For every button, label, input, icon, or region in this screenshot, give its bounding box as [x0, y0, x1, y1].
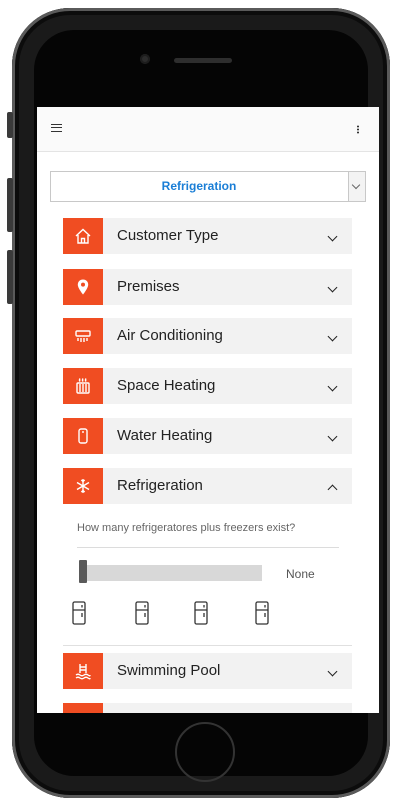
accordion-refrigeration[interactable]: Refrigeration	[63, 468, 352, 504]
front-camera	[140, 54, 150, 64]
snowflake-icon	[63, 468, 103, 504]
earpiece-speaker	[174, 58, 232, 63]
app-screen: Refrigeration Customer Type Premises Air…	[37, 107, 379, 713]
accordion-space-heating[interactable]: Space Heating	[63, 368, 352, 404]
accordion-swimming-pool[interactable]: Swimming Pool	[63, 653, 352, 689]
mute-switch	[7, 112, 13, 138]
hamburger-menu-icon[interactable]	[51, 124, 62, 132]
slider-value-label: None	[286, 567, 315, 581]
refrigerator-icon[interactable]	[135, 601, 149, 625]
water-heater-icon	[63, 418, 103, 454]
chevron-down-icon[interactable]	[348, 172, 365, 201]
refrigerator-count-slider[interactable]	[79, 565, 262, 581]
chevron-down-icon	[327, 666, 338, 677]
slider-thumb[interactable]	[79, 560, 87, 583]
heater-icon	[63, 368, 103, 404]
swimming-pool-icon	[63, 653, 103, 689]
accordion-water-heating[interactable]: Water Heating	[63, 418, 352, 454]
refrigerator-count-question: How many refrigeratores plus freezers ex…	[77, 522, 296, 534]
chevron-down-icon	[327, 381, 338, 392]
house-icon	[63, 218, 103, 254]
location-pin-icon	[63, 269, 103, 305]
top-app-bar	[37, 107, 379, 152]
more-vert-icon[interactable]	[357, 125, 359, 134]
chevron-down-icon	[327, 282, 338, 293]
refrigerator-icon[interactable]	[72, 601, 86, 625]
accordion-label: Swimming Pool	[117, 662, 221, 679]
accordion-label: Premises	[117, 278, 180, 295]
divider	[63, 645, 352, 646]
volume-up-button	[7, 178, 13, 232]
refrigerator-icon[interactable]	[255, 601, 269, 625]
chevron-up-icon	[327, 484, 338, 495]
refrigerator-icon[interactable]	[194, 601, 208, 625]
accordion-label: Air Conditioning	[117, 327, 223, 344]
home-button[interactable]	[175, 722, 235, 782]
accordion-next-partial[interactable]	[63, 703, 352, 713]
accordion-customer-type[interactable]: Customer Type	[63, 218, 352, 254]
chevron-down-icon	[327, 231, 338, 242]
volume-down-button	[7, 250, 13, 304]
accordion-label: Customer Type	[117, 227, 219, 244]
accordion-label: Water Heating	[117, 427, 213, 444]
accordion-air-conditioning[interactable]: Air Conditioning	[63, 318, 352, 354]
accordion-premises[interactable]: Premises	[63, 269, 352, 305]
partial-icon	[63, 703, 103, 713]
category-select[interactable]: Refrigeration	[50, 171, 366, 202]
chevron-down-icon	[327, 331, 338, 342]
category-select-value: Refrigeration	[161, 179, 237, 193]
air-conditioner-icon	[63, 318, 103, 354]
divider	[77, 547, 339, 548]
accordion-label: Space Heating	[117, 377, 216, 394]
accordion-label: Refrigeration	[117, 477, 203, 494]
chevron-down-icon	[327, 431, 338, 442]
